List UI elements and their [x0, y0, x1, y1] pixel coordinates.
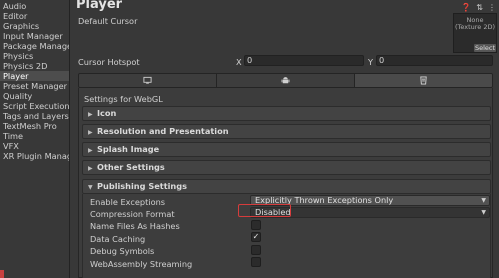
- sidebar-item-time[interactable]: Time: [0, 131, 69, 141]
- settings-for-label: Settings for WebGL: [84, 94, 163, 104]
- sidebar-list: Audio Editor Graphics Input Manager Package …: [0, 0, 69, 161]
- settings-sidebar: Audio Editor Graphics Input Manager Package …: [0, 0, 70, 278]
- platform-tabs: [78, 73, 493, 88]
- tab-webgl[interactable]: [355, 74, 492, 87]
- select-button[interactable]: Select: [474, 44, 496, 52]
- sidebar-item-graphics[interactable]: Graphics: [0, 21, 69, 31]
- data-caching-checkbox[interactable]: ✓: [251, 232, 261, 242]
- preset-icon[interactable]: ⇅: [476, 3, 483, 12]
- foldout-icon-label: Icon: [97, 108, 117, 118]
- hotspot-y-label: Y: [368, 57, 374, 67]
- debug-symbols-checkbox[interactable]: [251, 245, 261, 255]
- triangle-right-icon: ▶: [88, 165, 93, 172]
- name-files-as-hashes-checkbox[interactable]: [251, 220, 261, 230]
- hotspot-y-field[interactable]: 0: [376, 55, 493, 66]
- sidebar-item-tags-and-layers[interactable]: Tags and Layers: [0, 111, 69, 121]
- hotspot-x-label: X: [236, 57, 242, 67]
- cursor-hotspot-label: Cursor Hotspot: [78, 57, 140, 67]
- sidebar-item-input-manager[interactable]: Input Manager: [0, 31, 69, 41]
- help-icon[interactable]: ❓: [461, 3, 471, 12]
- name-files-as-hashes-label: Name Files As Hashes: [90, 221, 180, 231]
- chevron-down-icon: ▼: [481, 197, 486, 204]
- sidebar-item-audio[interactable]: Audio: [0, 1, 69, 11]
- sidebar-item-xr-plugin-management[interactable]: XR Plugin Management: [0, 151, 69, 161]
- foldout-icon[interactable]: ▶ Icon: [82, 106, 491, 121]
- chevron-down-icon: ▼: [481, 209, 486, 216]
- foldout-other-label: Other Settings: [97, 162, 165, 172]
- checkmark-icon: ✓: [252, 232, 260, 241]
- page-title: Player: [76, 0, 123, 12]
- data-caching-label: Data Caching: [90, 234, 146, 244]
- sidebar-item-physics-2d[interactable]: Physics 2D: [0, 61, 69, 71]
- header-icons: ❓ ⇅ ⋮: [461, 3, 496, 12]
- foldout-resolution[interactable]: ▶ Resolution and Presentation: [82, 124, 491, 139]
- more-icon[interactable]: ⋮: [488, 3, 496, 12]
- sidebar-item-script-execution-order[interactable]: Script Execution Order: [0, 101, 69, 111]
- triangle-right-icon: ▶: [88, 129, 93, 136]
- triangle-right-icon: ▶: [88, 111, 93, 118]
- sidebar-item-physics[interactable]: Physics: [0, 51, 69, 61]
- cursor-preview-text: None (Texture 2D): [454, 16, 496, 31]
- foldout-publishing-label: Publishing Settings: [97, 181, 187, 191]
- foldout-splash[interactable]: ▶ Splash Image: [82, 142, 491, 157]
- foldout-splash-label: Splash Image: [97, 144, 160, 154]
- webgl-icon: [420, 76, 427, 85]
- tab-android[interactable]: [217, 74, 355, 87]
- settings-panel: Settings for WebGL ▶ Icon ▶ Resolution and…: [78, 88, 493, 278]
- sidebar-item-textmesh-pro[interactable]: TextMesh Pro: [0, 121, 69, 131]
- sidebar-item-package-manager[interactable]: Package Manager: [0, 41, 69, 51]
- foldout-other[interactable]: ▶ Other Settings: [82, 160, 491, 175]
- default-cursor-label: Default Cursor: [78, 16, 138, 26]
- hotspot-x-field[interactable]: 0: [244, 55, 364, 66]
- player-settings-panel: Player ❓ ⇅ ⋮ Default Cursor None (Texture…: [71, 0, 499, 278]
- monitor-icon: [143, 76, 152, 84]
- enable-exceptions-label: Enable Exceptions: [90, 197, 166, 207]
- triangle-down-icon: ▼: [88, 184, 93, 191]
- triangle-right-icon: ▶: [88, 147, 93, 154]
- sidebar-edge-marker: [0, 270, 4, 278]
- annotation-highlight-box: [238, 204, 291, 217]
- android-icon: [281, 77, 290, 84]
- default-cursor-field[interactable]: None (Texture 2D) Select: [453, 13, 497, 53]
- sidebar-item-preset-manager[interactable]: Preset Manager: [0, 81, 69, 91]
- webassembly-streaming-checkbox[interactable]: [251, 257, 261, 267]
- foldout-resolution-label: Resolution and Presentation: [97, 126, 229, 136]
- tab-standalone[interactable]: [79, 74, 217, 87]
- foldout-publishing[interactable]: ▼ Publishing Settings: [82, 179, 491, 194]
- sidebar-item-quality[interactable]: Quality: [0, 91, 69, 101]
- sidebar-item-vfx[interactable]: VFX: [0, 141, 69, 151]
- webassembly-streaming-label: WebAssembly Streaming: [90, 259, 193, 269]
- sidebar-item-editor[interactable]: Editor: [0, 11, 69, 21]
- compression-format-label: Compression Format: [90, 209, 175, 219]
- sidebar-item-player[interactable]: Player: [0, 71, 69, 81]
- debug-symbols-label: Debug Symbols: [90, 246, 155, 256]
